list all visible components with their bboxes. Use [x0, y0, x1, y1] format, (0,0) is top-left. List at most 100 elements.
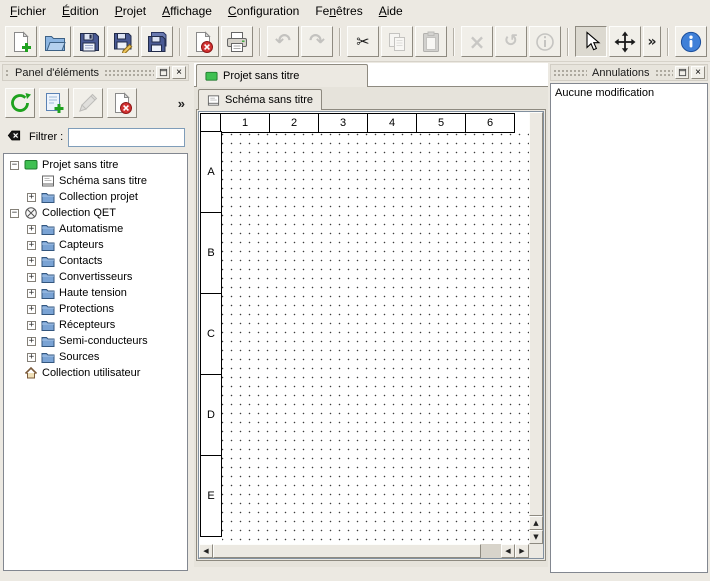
selection-mode-button[interactable] [575, 26, 607, 57]
expand-icon[interactable]: + [27, 257, 36, 266]
tree-item-collection-utilisateur[interactable]: Collection utilisateur [4, 365, 187, 381]
row-label: B [200, 212, 222, 294]
mdi-workspace: Projet sans titre Schéma sans titre 1234… [192, 63, 548, 575]
info-blue-icon [679, 30, 703, 54]
panel-toolbar-overflow-button[interactable]: » [176, 95, 187, 112]
scroll-up-button[interactable]: ▲ [529, 516, 543, 530]
about-qet-button[interactable] [675, 26, 707, 57]
menu-fenetres[interactable]: Fenêtres [307, 1, 370, 21]
tree-item-recepteurs[interactable]: +Récepteurs [4, 317, 187, 333]
new-element-button[interactable] [39, 88, 69, 118]
schema-canvas[interactable] [222, 133, 529, 544]
horizontal-scrollbar-thumb[interactable] [213, 544, 481, 558]
selection-info-button[interactable] [529, 26, 561, 57]
tree-item-sources[interactable]: +Sources [4, 349, 187, 365]
tab-project-sans-titre[interactable]: Projet sans titre [196, 64, 368, 87]
tree-item-collection-projet[interactable]: +Collection projet [4, 189, 187, 205]
tree-item-schema-sans-titre[interactable]: Schéma sans titre [4, 173, 187, 189]
collapse-icon[interactable]: − [10, 209, 19, 218]
tree-item-collection-qet[interactable]: −Collection QET [4, 205, 187, 221]
scroll-right-button[interactable]: ▶ [515, 544, 529, 558]
rotate-selection-button[interactable]: ↺ [495, 26, 527, 57]
redo-icon: ↷ [305, 30, 329, 54]
clear-filter-button[interactable] [6, 129, 24, 145]
dock-drag-handle[interactable] [5, 69, 10, 76]
menu-aide[interactable]: Aide [371, 1, 411, 21]
expand-icon[interactable]: + [27, 225, 36, 234]
tab-schema-sans-titre[interactable]: Schéma sans titre [198, 89, 322, 110]
undo-button[interactable]: ↶ [267, 26, 299, 57]
vertical-scrollbar-thumb[interactable] [529, 112, 543, 516]
schema-icon [207, 94, 220, 107]
undo-history-list[interactable]: Aucune modification [550, 83, 708, 573]
expand-icon[interactable]: + [27, 305, 36, 314]
cut-button[interactable]: ✂ [347, 26, 379, 57]
expand-icon[interactable]: + [27, 353, 36, 362]
dock-close-button[interactable]: × [172, 66, 186, 79]
save-all-button[interactable] [141, 26, 173, 57]
tree-item-convertisseurs[interactable]: +Convertisseurs [4, 269, 187, 285]
expand-icon[interactable]: + [27, 241, 36, 250]
tree-item-protections[interactable]: +Protections [4, 301, 187, 317]
toolbar-overflow-button[interactable]: » [643, 26, 661, 57]
vertical-scrollbar[interactable]: ▲ ▼ [529, 112, 543, 544]
menu-projet[interactable]: Projet [107, 1, 154, 21]
menu-fichier[interactable]: Fichier [2, 1, 54, 21]
tree-item-label: Projet sans titre [42, 159, 118, 171]
tree-item-projet-sans-titre[interactable]: − Projet sans titre [4, 157, 187, 173]
scroll-down-button[interactable]: ▼ [529, 530, 543, 544]
element-new-icon [42, 91, 66, 115]
dock-float-button[interactable] [675, 66, 689, 79]
undo-dock-title: Annulations [589, 67, 653, 79]
tree-item-label: Collection utilisateur [42, 367, 140, 379]
expand-icon[interactable]: + [27, 289, 36, 298]
float-icon [159, 68, 168, 77]
paste-button[interactable] [415, 26, 447, 57]
schema-view[interactable]: 123456 ABCDE ▲ ▼ ◀ ◀ ▶ [198, 111, 544, 559]
menu-edition[interactable]: Édition [54, 1, 107, 21]
scroll-left-button[interactable]: ◀ [199, 544, 213, 558]
delete-element-button[interactable] [107, 88, 137, 118]
column-label: 4 [367, 113, 417, 133]
dock-drag-handle[interactable] [104, 69, 154, 76]
delete-selection-button[interactable]: × [461, 26, 493, 57]
scroll-right-icon: ▶ [519, 548, 524, 555]
toolbar-separator [179, 28, 181, 56]
expand-icon[interactable]: + [27, 321, 36, 330]
horizontal-scrollbar[interactable]: ◀ ◀ ▶ [199, 544, 529, 558]
tree-item-contacts[interactable]: +Contacts [4, 253, 187, 269]
reload-collections-button[interactable] [5, 88, 35, 118]
save-as-button[interactable] [107, 26, 139, 57]
open-document-button[interactable] [39, 26, 71, 57]
move-icon [613, 30, 637, 54]
tree-item-label: Capteurs [59, 239, 104, 251]
new-document-button[interactable] [5, 26, 37, 57]
tree-item-semi-conducteurs[interactable]: +Semi-conducteurs [4, 333, 187, 349]
expand-icon[interactable]: + [27, 273, 36, 282]
save-button[interactable] [73, 26, 105, 57]
tree-item-haute-tension[interactable]: +Haute tension [4, 285, 187, 301]
scroll-left-button-2[interactable]: ◀ [501, 544, 515, 558]
close-document-button[interactable] [187, 26, 219, 57]
dock-float-button[interactable] [156, 66, 170, 79]
redo-button[interactable]: ↷ [301, 26, 333, 57]
collapse-icon[interactable]: − [10, 161, 19, 170]
print-button[interactable] [221, 26, 253, 57]
expand-icon[interactable]: + [27, 193, 36, 202]
copy-button[interactable] [381, 26, 413, 57]
menu-affichage[interactable]: Affichage [154, 1, 220, 21]
folder-icon [40, 286, 55, 300]
folder-icon [40, 254, 55, 268]
clear-filter-icon [6, 129, 22, 145]
dock-drag-handle[interactable] [553, 69, 587, 76]
row-label: E [200, 455, 222, 537]
dock-close-button[interactable]: × [691, 66, 705, 79]
filter-input[interactable] [68, 128, 185, 147]
menu-configuration[interactable]: Configuration [220, 1, 307, 21]
tree-item-capteurs[interactable]: + Capteurs [4, 237, 187, 253]
edit-element-button[interactable] [73, 88, 103, 118]
tree-item-automatisme[interactable]: +Automatisme [4, 221, 187, 237]
dock-drag-handle[interactable] [655, 69, 674, 76]
visualisation-mode-button[interactable] [609, 26, 641, 57]
expand-icon[interactable]: + [27, 337, 36, 346]
